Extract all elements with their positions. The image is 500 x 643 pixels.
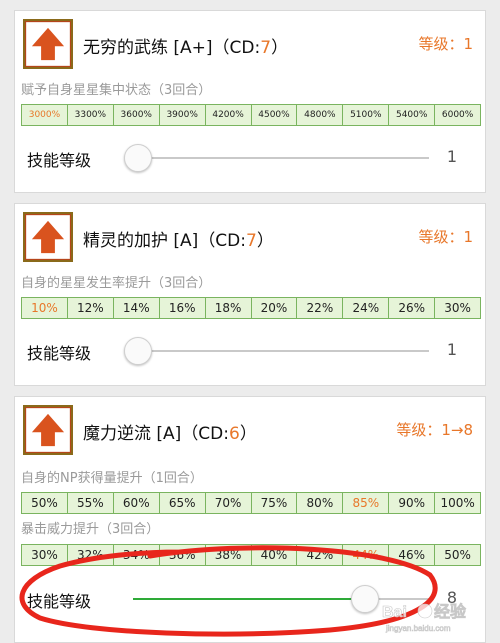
effect-value-cell: 4200% [205, 105, 252, 125]
effect-value-cell: 75% [251, 493, 298, 513]
skill-level-slider-knob[interactable] [124, 144, 152, 172]
effect-value-cell: 4500% [251, 105, 298, 125]
effect-value-cell: 5100% [343, 105, 390, 125]
skill-level-value: 1 [446, 147, 457, 166]
svg-text:经验: 经验 [434, 602, 467, 621]
skill-level-slider-track[interactable] [124, 337, 429, 365]
effect-value-cell: 60% [113, 493, 160, 513]
effect-value-cell: 70% [205, 493, 252, 513]
skill-level-slider-track[interactable] [124, 144, 429, 172]
effect-value-cell: 30% [435, 298, 481, 318]
baidu-watermark-logo: Bai 经验 jingyan.baidu.com [382, 602, 468, 634]
effect-value-cell: 50% [22, 493, 68, 513]
effect-value-cell: 50% [435, 545, 481, 565]
effect-value-cell: 34% [113, 545, 160, 565]
upgrade-arrow-icon [25, 407, 71, 453]
skill-level-value: 1 [446, 340, 457, 359]
effect-value-grid: 30% 32% 34% 36% 38% 40% 42% 44% 46% 50% [21, 544, 481, 566]
effect-value-cell: 14% [113, 298, 160, 318]
effect-value-cell: 100% [435, 493, 481, 513]
skill-level-indicator: 等级：1→8 [396, 421, 473, 439]
effect-value-cell: 5400% [389, 105, 436, 125]
effect-value-cell: 22% [297, 298, 344, 318]
effect-value-cell: 38% [205, 545, 252, 565]
effect-value-cell: 46% [389, 545, 436, 565]
effect-description: 赋予自身星星集中状态（3回合） [21, 83, 212, 98]
skill-title: 魔力逆流 [A]（CD:6） [83, 424, 257, 444]
effect-value-cell: 90% [389, 493, 436, 513]
effect-description: 暴击威力提升（3回合） [21, 522, 160, 537]
effect-value-grid: 10% 12% 14% 16% 18% 20% 22% 24% 26% 30% [21, 297, 481, 319]
effect-value-cell: 3000% [22, 105, 68, 125]
sword-icon [23, 405, 73, 455]
upgrade-arrow-icon [25, 21, 71, 67]
effect-value-cell: 44% [343, 545, 390, 565]
effect-value-cell: 26% [389, 298, 436, 318]
skill-level-slider-fill [133, 598, 364, 600]
effect-value-cell: 3600% [113, 105, 160, 125]
effect-value-cell: 85% [343, 493, 390, 513]
skill-level-slider-knob[interactable] [351, 585, 379, 613]
effect-value-cell: 18% [205, 298, 252, 318]
svg-text:jingyan.baidu.com: jingyan.baidu.com [385, 624, 451, 633]
effect-value-cell: 20% [251, 298, 298, 318]
effect-description: 自身的NP获得量提升（1回合） [21, 471, 203, 486]
effect-value-grid: 3000% 3300% 3600% 3900% 4200% 4500% 4800% 5100%… [21, 104, 481, 126]
effect-value-cell: 24% [343, 298, 390, 318]
effect-description: 自身的星星发生率提升（3回合） [21, 276, 212, 291]
skill-level-slider-knob[interactable] [124, 337, 152, 365]
golden-orb-icon [23, 212, 73, 262]
effect-value-cell: 3900% [159, 105, 206, 125]
effect-value-cell: 42% [297, 545, 344, 565]
effect-value-cell: 40% [251, 545, 298, 565]
effect-value-cell: 10% [22, 298, 68, 318]
skill-level-indicator: 等级：1 [418, 35, 473, 53]
skill-level-label: 技能等级 [27, 592, 92, 611]
svg-text:Bai: Bai [382, 604, 407, 621]
skill-card-1: 无穷的武练 [A+]（CD:7） 等级：1 赋予自身星星集中状态（3回合） 30… [14, 10, 486, 193]
effect-value-cell: 6000% [435, 105, 481, 125]
effect-value-cell: 80% [297, 493, 344, 513]
effect-value-cell: 4800% [297, 105, 344, 125]
effect-value-cell: 65% [159, 493, 206, 513]
skill-level-label: 技能等级 [27, 151, 92, 170]
effect-value-cell: 30% [22, 545, 68, 565]
effect-value-cell: 3300% [67, 105, 114, 125]
effect-value-cell: 16% [159, 298, 206, 318]
effect-value-cell: 36% [159, 545, 206, 565]
effect-value-cell: 12% [67, 298, 114, 318]
upgrade-arrow-icon [25, 214, 71, 260]
skill-card-2: 精灵的加护 [A]（CD:7） 等级：1 自身的星星发生率提升（3回合） 10%… [14, 203, 486, 386]
skill-title: 无穷的武练 [A+]（CD:7） [83, 38, 289, 58]
skill-level-label: 技能等级 [27, 344, 92, 363]
effect-value-cell: 32% [67, 545, 114, 565]
effect-value-cell: 55% [67, 493, 114, 513]
skill-level-indicator: 等级：1 [418, 228, 473, 246]
effect-value-grid: 50% 55% 60% 65% 70% 75% 80% 85% 90% 100% [21, 492, 481, 514]
skill-title: 精灵的加护 [A]（CD:7） [83, 231, 274, 251]
sparkle-burst-icon [23, 19, 73, 69]
